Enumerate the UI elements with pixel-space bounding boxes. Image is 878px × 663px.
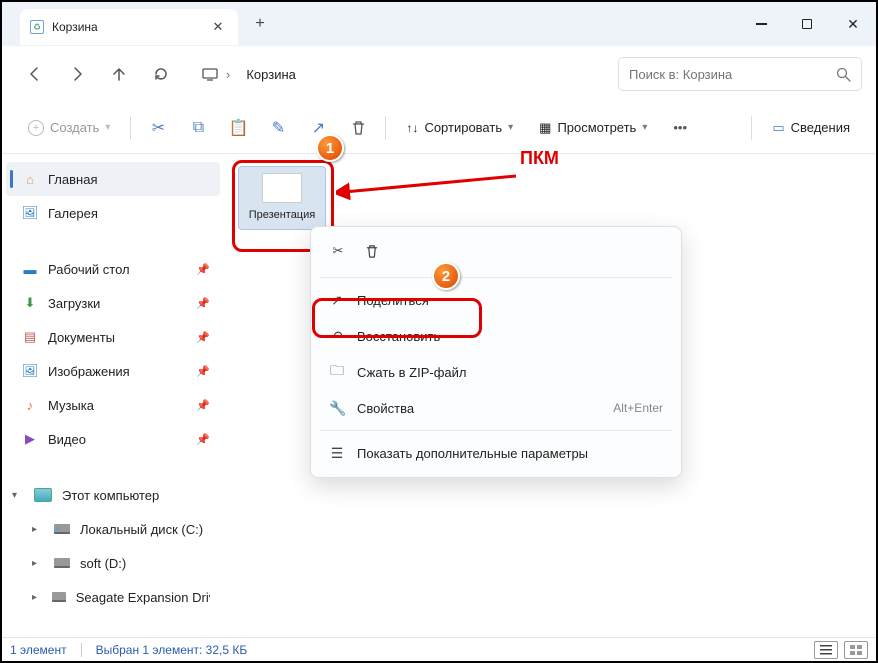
sidebar-item-downloads[interactable]: ⬇ Загрузки📌	[6, 286, 220, 320]
up-button[interactable]	[100, 55, 138, 93]
search-icon	[836, 67, 851, 82]
more-button[interactable]: •••	[663, 111, 697, 145]
desktop-icon: ▬	[22, 261, 38, 277]
close-window-button[interactable]: ✕	[830, 2, 876, 46]
pc-icon	[34, 488, 52, 502]
view-grid-toggle[interactable]	[844, 641, 868, 659]
new-button[interactable]: +Создать▾	[18, 111, 120, 145]
tab-bar: ♻ Корзина ✕ + ✕	[2, 2, 876, 46]
sidebar-item-gallery[interactable]: 🖼 Галерея	[6, 196, 220, 230]
maximize-button[interactable]	[784, 2, 830, 46]
status-selected: Выбран 1 элемент: 32,5 КБ	[96, 643, 248, 657]
view-list-toggle[interactable]	[814, 641, 838, 659]
gallery-icon: 🖼	[22, 205, 38, 221]
home-icon: ⌂	[22, 171, 38, 187]
status-count: 1 элемент	[10, 643, 67, 657]
file-item-presentation[interactable]: Презентация	[238, 166, 326, 230]
address-root-icon[interactable]: ›	[194, 63, 238, 86]
back-button[interactable]	[16, 55, 54, 93]
restore-icon: ↶	[329, 328, 345, 345]
annotation-badge-2: 2	[432, 262, 460, 290]
details-button[interactable]: ▭Сведения	[762, 111, 860, 145]
rename-icon[interactable]: ✎	[261, 111, 295, 145]
recycle-bin-tab[interactable]: ♻ Корзина ✕	[20, 9, 238, 45]
drive-icon	[54, 524, 70, 534]
address-location[interactable]: Корзина	[238, 63, 304, 86]
address-bar[interactable]: › Корзина	[190, 57, 604, 91]
context-menu: ✂ ↗ Поделиться ↶ Восстановить 🗀 Сжать в …	[310, 226, 682, 478]
file-thumbnail	[262, 173, 302, 203]
new-tab-button[interactable]: +	[244, 8, 276, 40]
ctx-zip[interactable]: 🗀 Сжать в ZIP-файл	[317, 354, 675, 390]
sidebar-item-desktop[interactable]: ▬ Рабочий стол📌	[6, 252, 220, 286]
toolbar: +Создать▾ ✂ ⧉ 📋 ✎ ↗ ↑↓Сортировать▾ ▦Прос…	[2, 102, 876, 154]
ctx-share[interactable]: ↗ Поделиться	[317, 282, 675, 318]
forward-button[interactable]	[58, 55, 96, 93]
properties-icon: 🔧	[329, 400, 345, 417]
window-controls: ✕	[738, 2, 876, 46]
paste-icon[interactable]: 📋	[221, 111, 255, 145]
ctx-cut-icon[interactable]: ✂	[323, 237, 353, 265]
pin-icon: 📌	[196, 263, 210, 276]
delete-icon[interactable]	[341, 111, 375, 145]
sort-button[interactable]: ↑↓Сортировать▾	[396, 111, 523, 145]
ctx-delete-icon[interactable]	[357, 237, 387, 265]
ctx-restore[interactable]: ↶ Восстановить	[317, 318, 675, 354]
sidebar-item-home[interactable]: ⌂ Главная	[6, 162, 220, 196]
sidebar-item-drive-d[interactable]: ▸ soft (D:)	[6, 546, 220, 580]
file-area: Презентация 1 ПКМ ✂ ↗ Поделиться ↶ В	[224, 154, 876, 637]
share-icon: ↗	[329, 292, 345, 309]
sidebar-item-drive-ext[interactable]: ▸ Seagate Expansion Drive (I	[6, 580, 220, 614]
view-button[interactable]: ▦Просмотреть▾	[529, 111, 657, 145]
sidebar-item-video[interactable]: ▶ Видео📌	[6, 422, 220, 456]
ctx-properties[interactable]: 🔧 Свойства Alt+Enter	[317, 390, 675, 426]
tab-title: Корзина	[52, 20, 98, 34]
ctx-more-options[interactable]: ☰ Показать дополнительные параметры	[317, 435, 675, 471]
sidebar-item-images[interactable]: 🖼 Изображения📌	[6, 354, 220, 388]
annotation-badge-1: 1	[316, 134, 344, 162]
sidebar-item-drive-c[interactable]: ▸ Локальный диск (C:)	[6, 512, 220, 546]
chevron-down-icon[interactable]: ▾	[12, 490, 24, 501]
search-input[interactable]	[629, 67, 836, 82]
close-tab-button[interactable]: ✕	[208, 17, 228, 37]
status-bar: 1 элемент Выбран 1 элемент: 32,5 КБ	[2, 637, 876, 661]
zip-icon: 🗀	[329, 360, 345, 384]
copy-icon[interactable]: ⧉	[181, 111, 215, 145]
more-icon: ☰	[329, 445, 345, 462]
cut-icon[interactable]: ✂	[141, 111, 175, 145]
sidebar: ⌂ Главная 🖼 Галерея ▬ Рабочий стол📌 ⬇ За…	[2, 154, 224, 637]
music-icon: ♪	[22, 397, 38, 413]
minimize-button[interactable]	[738, 2, 784, 46]
annotation-text-pkm: ПКМ	[520, 148, 559, 169]
search-box[interactable]	[618, 57, 862, 91]
sidebar-item-this-pc[interactable]: ▾ Этот компьютер	[6, 478, 220, 512]
sidebar-item-documents[interactable]: ▤ Документы📌	[6, 320, 220, 354]
drive-icon	[54, 558, 70, 568]
recycle-bin-icon: ♻	[30, 20, 44, 34]
downloads-icon: ⬇	[22, 295, 38, 311]
file-name: Презентация	[249, 209, 315, 221]
annotation-arrow	[336, 170, 526, 200]
chevron-right-icon[interactable]: ▸	[32, 524, 44, 535]
nav-bar: › Корзина	[2, 46, 876, 102]
drive-icon	[52, 592, 66, 602]
video-icon: ▶	[22, 431, 38, 447]
sidebar-item-music[interactable]: ♪ Музыка📌	[6, 388, 220, 422]
documents-icon: ▤	[22, 329, 38, 345]
images-icon: 🖼	[22, 363, 38, 379]
refresh-button[interactable]	[142, 55, 180, 93]
